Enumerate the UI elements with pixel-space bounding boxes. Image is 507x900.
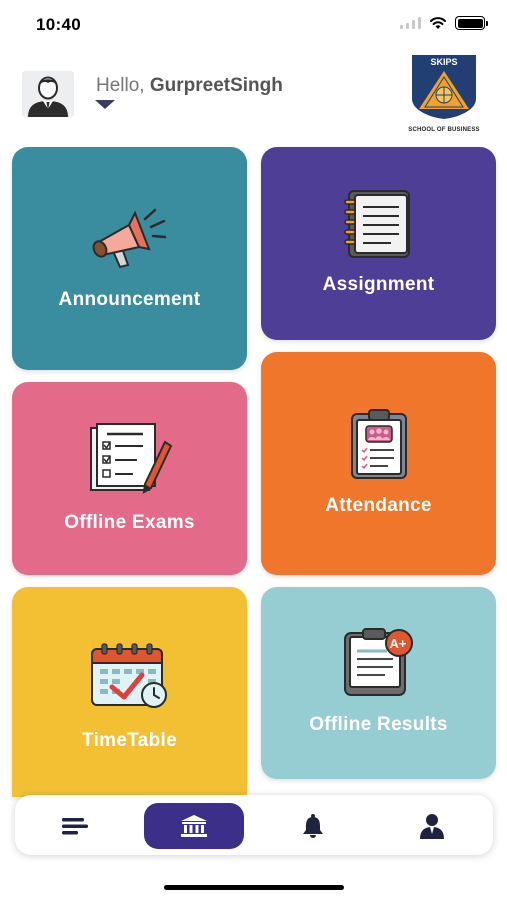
attendance-label: Attendance [325, 495, 432, 516]
svg-text:A+: A+ [389, 636, 406, 651]
greeting: Hello, GurpreetSingh [96, 75, 283, 97]
calendar-icon [90, 643, 167, 708]
user-avatar-icon [28, 76, 68, 117]
user-name: GurpreetSingh [149, 75, 283, 96]
nav-home-button[interactable] [144, 803, 244, 849]
signal-icon [400, 17, 421, 29]
battery-icon [455, 16, 488, 30]
offline-results-label: Offline Results [309, 714, 448, 735]
notebook-icon [343, 190, 410, 258]
nav-notifications-button[interactable] [263, 803, 363, 849]
assignment-tile[interactable]: Assignment [261, 147, 496, 340]
attendance-tile[interactable]: Attendance [261, 352, 496, 575]
logo-caption: SCHOOL OF BUSINESS [408, 127, 480, 133]
timetable-tile[interactable]: TimeTable [12, 587, 247, 797]
nav-menu-button[interactable] [25, 803, 125, 849]
offline-results-tile[interactable]: A+ Offline Results [261, 587, 496, 779]
bottom-navigation [15, 795, 493, 855]
announcement-tile[interactable]: Announcement [12, 147, 247, 370]
offline-exams-label: Offline Exams [64, 512, 195, 533]
header: Hello, GurpreetSingh SKIPS SCHOOL OF BUS… [0, 55, 507, 140]
exam-sheet-icon [89, 423, 172, 494]
megaphone-icon [92, 208, 166, 269]
menu-icon [62, 818, 88, 835]
skips-logo-icon: SKIPS [412, 55, 476, 119]
offline-exams-tile[interactable]: Offline Exams [12, 382, 247, 575]
timetable-label: TimeTable [82, 730, 177, 751]
account-dropdown-icon[interactable] [95, 100, 115, 109]
home-bank-icon [181, 815, 207, 837]
logo-text: SKIPS [430, 57, 457, 67]
clipboard-icon [350, 409, 407, 479]
home-indicator [164, 885, 344, 890]
school-logo: SKIPS SCHOOL OF BUSINESS [405, 55, 483, 137]
status-bar: 10:40 [0, 0, 507, 50]
wifi-icon [430, 17, 446, 29]
nav-profile-button[interactable] [382, 803, 482, 849]
result-sheet-icon: A+ [343, 628, 413, 696]
profile-icon [420, 814, 444, 839]
status-time: 10:40 [36, 15, 81, 34]
status-icons [400, 16, 488, 30]
avatar[interactable] [22, 71, 74, 117]
greeting-prefix: Hello, [96, 75, 145, 96]
bell-icon [303, 814, 323, 838]
announcement-label: Announcement [58, 289, 201, 310]
assignment-label: Assignment [322, 274, 435, 295]
